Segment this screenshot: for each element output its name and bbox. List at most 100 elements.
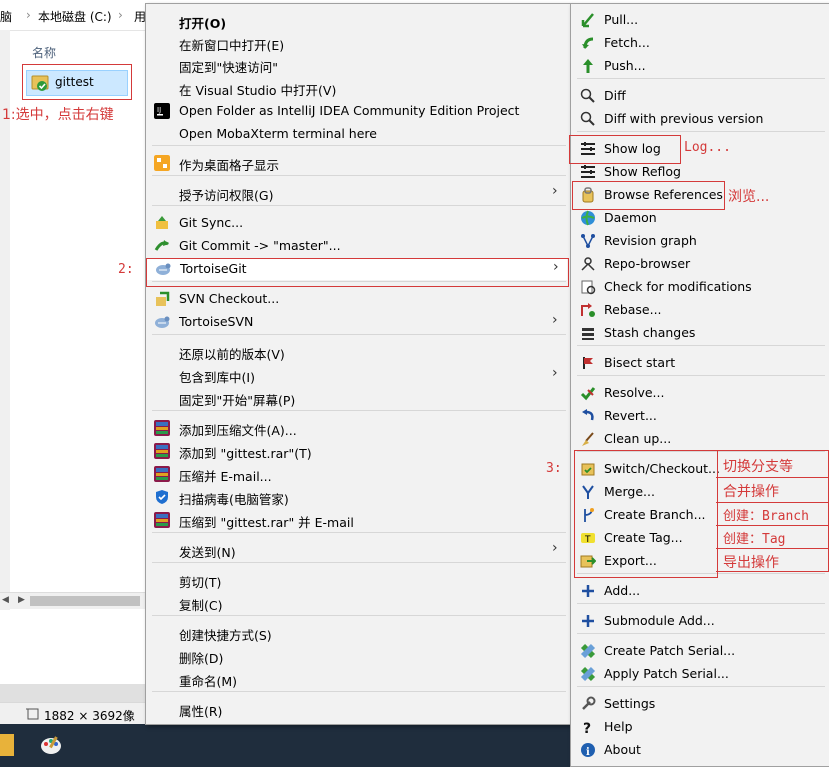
- menu-item-label: 打开(O): [179, 16, 227, 31]
- menu-item-compress-rar-email[interactable]: 压缩到 "gittest.rar" 并 E-mail: [146, 509, 570, 531]
- git-menu-item-label: Repo-browser: [604, 256, 691, 271]
- menu-item-open-new-window[interactable]: 在新窗口中打开(E): [146, 32, 570, 54]
- annotation-merge: 合并操作: [723, 484, 779, 500]
- git-menu-item-label: Diff: [604, 88, 626, 103]
- git-menu-item-resolve[interactable]: Resolve...: [571, 382, 829, 404]
- menu-separator: [577, 686, 825, 687]
- menu-item-tortoisesvn[interactable]: TortoiseSVN ›: [146, 311, 570, 333]
- column-header-name[interactable]: 名称: [32, 44, 56, 61]
- menu-item-delete[interactable]: 删除(D): [146, 645, 570, 667]
- menu-item-git-sync[interactable]: Git Sync...: [146, 212, 570, 234]
- git-menu-item-show-reflog[interactable]: Show Reflog: [571, 161, 829, 183]
- menu-item-svn-checkout[interactable]: SVN Checkout...: [146, 288, 570, 310]
- menu-separator: [577, 345, 825, 346]
- menu-item-label: Open MobaXterm terminal here: [179, 126, 377, 141]
- menu-item-create-shortcut[interactable]: 创建快捷方式(S): [146, 622, 570, 644]
- submenu-chevron-icon: ›: [552, 365, 558, 381]
- cleanup-icon: [582, 432, 594, 446]
- git-menu-item-apply-patch-serial[interactable]: Apply Patch Serial...: [571, 663, 829, 685]
- submenu-chevron-icon: ›: [552, 183, 558, 199]
- menu-item-label: 授予访问权限(G): [179, 188, 274, 203]
- git-menu-item-push[interactable]: Push...: [571, 55, 829, 77]
- git-menu-item-revert[interactable]: Revert...: [571, 405, 829, 427]
- menu-item-label: 添加到 "gittest.rar"(T): [179, 446, 312, 461]
- git-menu-item-settings[interactable]: Settings: [571, 693, 829, 715]
- log-icon: [581, 165, 595, 178]
- menu-item-scan-virus[interactable]: 扫描病毒(电脑管家): [146, 486, 570, 508]
- git-menu-item-about[interactable]: i About: [571, 739, 829, 761]
- git-menu-item-help[interactable]: ? Help: [571, 716, 829, 738]
- grid-icon: [154, 155, 170, 171]
- menu-separator: [152, 145, 566, 146]
- annotation-step2: 2:: [118, 262, 134, 277]
- menu-item-properties[interactable]: 属性(R): [146, 698, 570, 720]
- menu-item-open-intellij[interactable]: IJ Open Folder as IntelliJ IDEA Community…: [146, 100, 570, 122]
- menu-item-restore-previous[interactable]: 还原以前的版本(V): [146, 341, 570, 363]
- rar-icon: [154, 420, 170, 436]
- git-menu-item-repo-browser[interactable]: Repo-browser: [571, 253, 829, 275]
- add-icon: [582, 615, 594, 627]
- git-menu-item-pull[interactable]: Pull...: [571, 9, 829, 31]
- git-menu-item-fetch[interactable]: Fetch...: [571, 32, 829, 54]
- menu-item-grant-access[interactable]: 授予访问权限(G) ›: [146, 182, 570, 204]
- scroll-left-icon[interactable]: ◀: [2, 595, 9, 605]
- menu-item-open-visual-studio[interactable]: 在 Visual Studio 中打开(V): [146, 77, 570, 99]
- menu-item-label: Git Commit -> "master"...: [179, 238, 341, 253]
- git-menu-item-bisect-start[interactable]: Bisect start: [571, 352, 829, 374]
- git-menu-item-label: Diff with previous version: [604, 111, 764, 126]
- menu-item-cut[interactable]: 剪切(T): [146, 569, 570, 591]
- git-menu-item-submodule-add[interactable]: Submodule Add...: [571, 610, 829, 632]
- scroll-thumb[interactable]: [30, 596, 140, 606]
- annotation-step3: 3:: [546, 461, 562, 476]
- menu-separator: [577, 633, 825, 634]
- breadcrumb-drive[interactable]: 本地磁盘 (C:): [38, 8, 112, 25]
- menu-item-label: 在 Visual Studio 中打开(V): [179, 83, 337, 98]
- bisect-icon: [583, 357, 593, 369]
- git-menu-item-label: Clean up...: [604, 431, 672, 446]
- git-menu-item-label: Pull...: [604, 12, 639, 27]
- annotation-box-file: [22, 64, 132, 100]
- annotation-switch: 切换分支等: [723, 459, 793, 475]
- git-menu-item-add[interactable]: Add...: [571, 580, 829, 602]
- horizontal-scrollbar[interactable]: ◀ ▶: [0, 592, 145, 609]
- git-menu-item-diff-previous[interactable]: Diff with previous version: [571, 108, 829, 130]
- git-menu-item-create-patch-serial[interactable]: Create Patch Serial...: [571, 640, 829, 662]
- git-menu-item-clean-up[interactable]: Clean up...: [571, 428, 829, 450]
- address-bar[interactable]: 脑 › 本地磁盘 (C:) › 用: [0, 0, 146, 31]
- menu-item-pin-quick-access[interactable]: 固定到"快速访问": [146, 54, 570, 76]
- menu-separator: [577, 603, 825, 604]
- menu-item-label: Open Folder as IntelliJ IDEA Community E…: [179, 103, 520, 118]
- breadcrumb-pc[interactable]: 脑: [0, 8, 12, 25]
- menu-item-show-desktop-grid[interactable]: 作为桌面格子显示: [146, 152, 570, 174]
- scroll-right-icon[interactable]: ▶: [18, 595, 25, 605]
- git-menu-item-label: Add...: [604, 583, 641, 598]
- menu-item-include-library[interactable]: 包含到库中(I) ›: [146, 364, 570, 386]
- menu-item-label: 创建快捷方式(S): [179, 628, 272, 643]
- git-menu-item-stash-changes[interactable]: Stash changes: [571, 322, 829, 344]
- menu-separator: [577, 131, 825, 132]
- menu-separator: [152, 691, 566, 692]
- annotation-log: Log...: [684, 140, 731, 155]
- git-menu-item-diff[interactable]: Diff: [571, 85, 829, 107]
- menu-item-send-to[interactable]: 发送到(N) ›: [146, 539, 570, 561]
- submenu-chevron-icon: ›: [552, 540, 558, 556]
- menu-item-open-mobaxterm[interactable]: Open MobaXterm terminal here: [146, 123, 570, 145]
- git-menu-item-label: Submodule Add...: [604, 613, 715, 628]
- menu-item-git-commit[interactable]: Git Commit -> "master"...: [146, 235, 570, 257]
- git-menu-item-revision-graph[interactable]: Revision graph: [571, 230, 829, 252]
- dimensions-icon: [26, 708, 39, 720]
- menu-item-rename[interactable]: 重命名(M): [146, 668, 570, 690]
- menu-item-pin-start[interactable]: 固定到"开始"屏幕(P): [146, 387, 570, 409]
- git-menu-item-daemon[interactable]: Daemon: [571, 207, 829, 229]
- menu-item-add-to-rar[interactable]: 添加到 "gittest.rar"(T): [146, 440, 570, 462]
- intellij-icon: IJ: [154, 103, 170, 119]
- menu-item-open[interactable]: 打开(O): [146, 10, 570, 32]
- git-menu-item-check-modifications[interactable]: Check for modifications: [571, 276, 829, 298]
- git-menu-item-rebase[interactable]: Rebase...: [571, 299, 829, 321]
- menu-separator: [152, 410, 566, 411]
- menu-item-compress-email[interactable]: 压缩并 E-mail...: [146, 463, 570, 485]
- menu-item-add-to-archive[interactable]: 添加到压缩文件(A)...: [146, 417, 570, 439]
- menu-item-copy[interactable]: 复制(C): [146, 592, 570, 614]
- explorer-taskbar-icon[interactable]: [0, 734, 14, 756]
- paint-taskbar-icon[interactable]: [40, 734, 62, 756]
